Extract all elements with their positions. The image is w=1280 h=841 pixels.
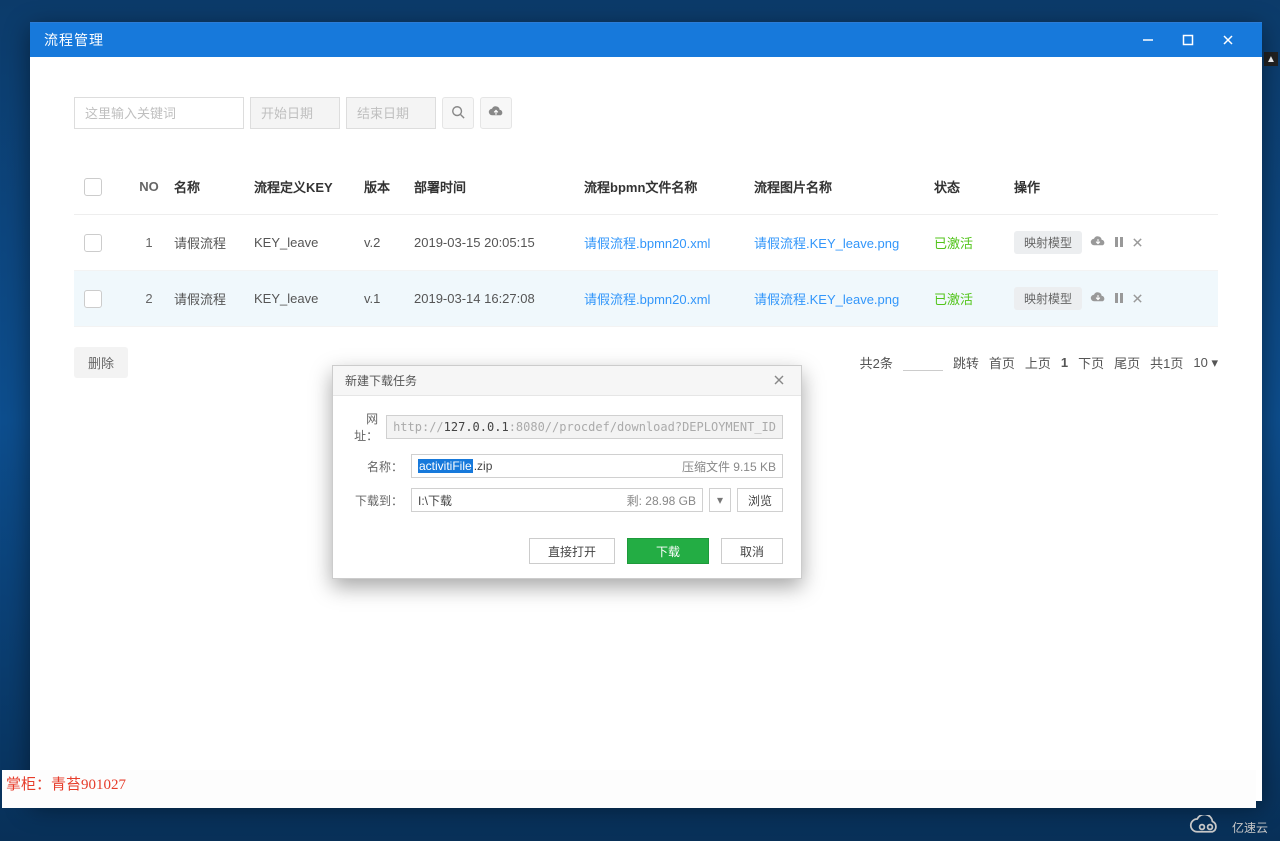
- browse-button[interactable]: 浏览: [737, 488, 783, 512]
- bpmn-link[interactable]: 请假流程.bpmn20.xml: [584, 236, 710, 251]
- process-table: NO 名称 流程定义KEY 版本 部署时间 流程bpmn文件名称 流程图片名称 …: [74, 159, 1218, 327]
- col-op: 操作: [1014, 177, 1208, 196]
- table-row: 2 请假流程 KEY_leave v.1 2019-03-14 16:27:08…: [74, 271, 1218, 327]
- url-label: 网址：: [351, 410, 386, 444]
- delete-icon[interactable]: [1132, 235, 1143, 251]
- pager-next[interactable]: 下页: [1078, 353, 1104, 372]
- bpmn-link[interactable]: 请假流程.bpmn20.xml: [584, 292, 710, 307]
- pager-size-select[interactable]: 10 ▾: [1193, 355, 1218, 371]
- dialog-title: 新建下载任务: [345, 372, 769, 389]
- upload-button[interactable]: [480, 97, 512, 129]
- dialog-close-button[interactable]: [769, 373, 789, 389]
- pagination: 共2条 跳转 首页 上页 1 下页 尾页 共1页 10 ▾: [860, 353, 1218, 372]
- map-model-button[interactable]: 映射模型: [1014, 287, 1082, 310]
- cell-time: 2019-03-14 16:27:08: [414, 291, 584, 306]
- cloud-upload-icon: [488, 105, 504, 122]
- dialog-footer: 直接打开 下载 取消: [333, 528, 801, 578]
- status-badge: 已激活: [934, 236, 973, 251]
- col-stat: 状态: [934, 177, 1014, 196]
- delete-icon[interactable]: [1132, 291, 1143, 307]
- window-minimize-button[interactable]: [1128, 23, 1168, 57]
- col-ver: 版本: [364, 177, 414, 196]
- batch-delete-button[interactable]: 删除: [74, 347, 128, 378]
- start-date-input[interactable]: [250, 97, 340, 129]
- watermark-text: 亿速云: [1232, 819, 1268, 836]
- search-button[interactable]: [442, 97, 474, 129]
- select-all-checkbox[interactable]: [84, 178, 102, 196]
- pager-first[interactable]: 首页: [989, 353, 1015, 372]
- cell-ver: v.2: [364, 235, 414, 250]
- url-part: http://: [393, 420, 444, 434]
- cell-name: 请假流程: [174, 233, 254, 252]
- scroll-indicator-up: ▲: [1264, 52, 1278, 66]
- end-date-input[interactable]: [346, 97, 436, 129]
- path-value: I:\下载: [418, 492, 627, 509]
- col-name: 名称: [174, 177, 254, 196]
- cell-key: KEY_leave: [254, 235, 364, 250]
- status-badge: 已激活: [934, 292, 973, 307]
- cell-no: 2: [124, 291, 174, 306]
- table-row: 1 请假流程 KEY_leave v.2 2019-03-15 20:05:15…: [74, 215, 1218, 271]
- row-checkbox[interactable]: [84, 290, 102, 308]
- filesize-label: 压缩文件 9.15 KB: [682, 458, 776, 475]
- map-model-button[interactable]: 映射模型: [1014, 231, 1082, 254]
- pager-pages: 共1页: [1150, 353, 1183, 372]
- filename-field[interactable]: activitiFile .zip 压缩文件 9.15 KB: [411, 454, 783, 478]
- page-jump-input[interactable]: [903, 355, 943, 371]
- row-checkbox[interactable]: [84, 234, 102, 252]
- cell-time: 2019-03-15 20:05:15: [414, 235, 584, 250]
- cell-ver: v.1: [364, 291, 414, 306]
- name-label: 名称：: [351, 458, 411, 475]
- filename-selected: activitiFile: [418, 459, 473, 473]
- path-freespace: 剩: 28.98 GB: [627, 492, 696, 509]
- watermark: 亿速云: [1186, 815, 1268, 839]
- cancel-button[interactable]: 取消: [721, 538, 783, 564]
- pager-prev[interactable]: 上页: [1025, 353, 1051, 372]
- path-dropdown-button[interactable]: ▾: [709, 488, 731, 512]
- author-signature: 掌柜：青苔901027: [2, 770, 1256, 808]
- window-maximize-button[interactable]: [1168, 23, 1208, 57]
- download-dialog: 新建下载任务 网址： http://127.0.0.1:8080//procde…: [332, 365, 802, 579]
- filename-ext: .zip: [474, 459, 493, 473]
- keyword-input[interactable]: [74, 97, 244, 129]
- url-field[interactable]: http://127.0.0.1:8080//procdef/download?…: [386, 415, 783, 439]
- image-link[interactable]: 请假流程.KEY_leave.png: [754, 236, 899, 251]
- table-header: NO 名称 流程定义KEY 版本 部署时间 流程bpmn文件名称 流程图片名称 …: [74, 159, 1218, 215]
- window-close-button[interactable]: [1208, 23, 1248, 57]
- cell-key: KEY_leave: [254, 291, 364, 306]
- image-link[interactable]: 请假流程.KEY_leave.png: [754, 292, 899, 307]
- pager-last[interactable]: 尾页: [1114, 353, 1140, 372]
- cloud-download-icon[interactable]: [1090, 235, 1106, 251]
- path-field[interactable]: I:\下载 剩: 28.98 GB: [411, 488, 703, 512]
- titlebar: 流程管理: [30, 23, 1262, 57]
- open-directly-button[interactable]: 直接打开: [529, 538, 615, 564]
- search-icon: [451, 105, 465, 122]
- col-no: NO: [124, 179, 174, 194]
- download-button[interactable]: 下载: [627, 538, 709, 564]
- pause-icon[interactable]: [1114, 235, 1124, 251]
- url-rest: :8080//procdef/download?DEPLOYMENT_ID: [509, 420, 776, 434]
- col-bpmn: 流程bpmn文件名称: [584, 177, 754, 196]
- col-time: 部署时间: [414, 177, 584, 196]
- dialog-header: 新建下载任务: [333, 366, 801, 396]
- window-title: 流程管理: [44, 30, 1128, 50]
- col-key: 流程定义KEY: [254, 177, 364, 196]
- cloud-download-icon[interactable]: [1090, 291, 1106, 307]
- url-host: 127.0.0.1: [444, 420, 509, 434]
- cell-no: 1: [124, 235, 174, 250]
- pager-total: 共2条: [860, 353, 893, 372]
- pause-icon[interactable]: [1114, 291, 1124, 307]
- path-label: 下载到：: [351, 492, 411, 509]
- pager-jump[interactable]: 跳转: [953, 353, 979, 372]
- pager-current: 1: [1061, 355, 1068, 370]
- col-img: 流程图片名称: [754, 177, 934, 196]
- cell-name: 请假流程: [174, 289, 254, 308]
- filter-toolbar: [74, 97, 1218, 129]
